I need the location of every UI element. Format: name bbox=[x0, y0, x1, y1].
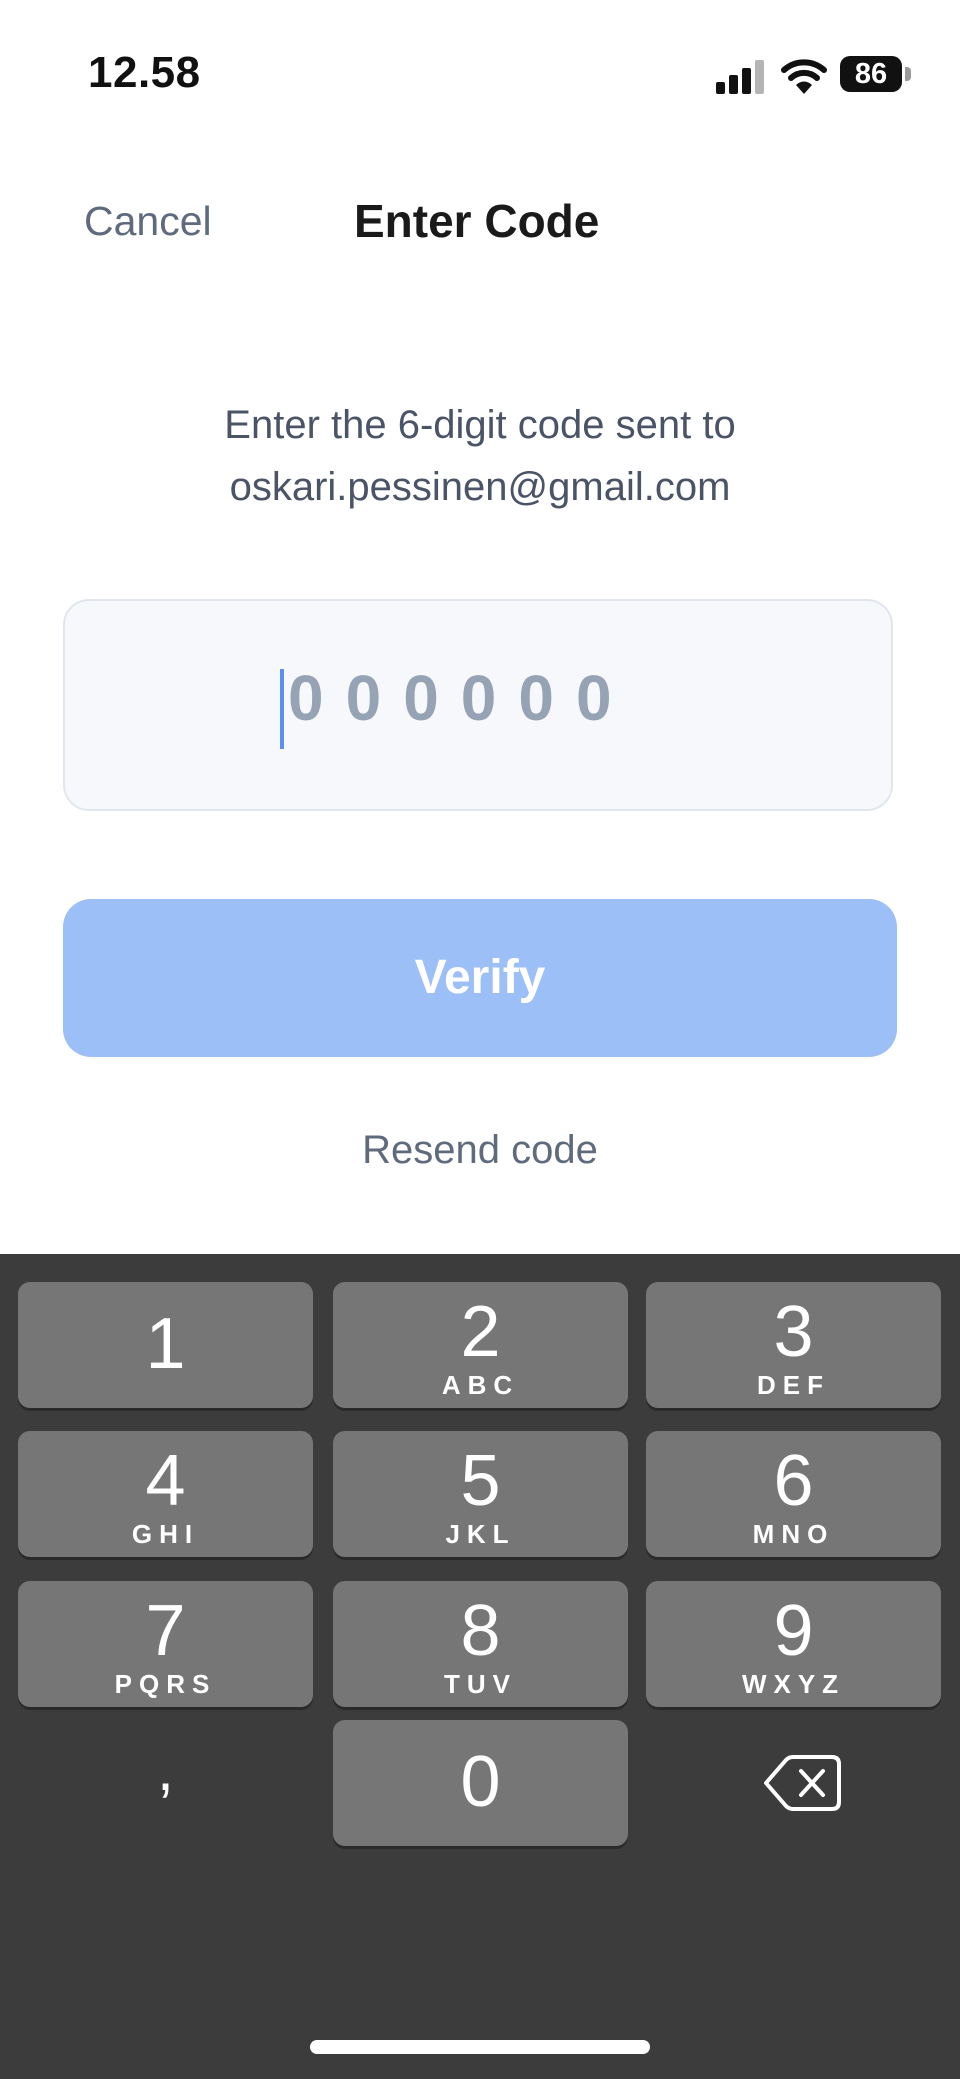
key-digit: 9 bbox=[773, 1591, 814, 1671]
key-letters: DEF bbox=[757, 1370, 830, 1400]
key-letters: GHI bbox=[131, 1519, 200, 1549]
verify-button[interactable]: Verify bbox=[63, 899, 897, 1057]
key-digit: 5 bbox=[460, 1441, 501, 1521]
battery-tip bbox=[905, 67, 911, 81]
key-5[interactable]: 5 JKL bbox=[333, 1431, 628, 1557]
key-letters: TUV bbox=[444, 1669, 517, 1699]
key-digit: 7 bbox=[145, 1591, 186, 1671]
signal-icon bbox=[716, 60, 764, 94]
code-placeholder: 000000 bbox=[288, 662, 634, 734]
key-digit: 4 bbox=[145, 1441, 186, 1521]
key-digit: 2 bbox=[460, 1292, 501, 1372]
page-title: Enter Code bbox=[354, 195, 600, 247]
key-digit: 1 bbox=[145, 1304, 186, 1384]
key-4[interactable]: 4 GHI bbox=[18, 1431, 313, 1557]
key-letters: JKL bbox=[445, 1519, 516, 1549]
wifi-icon bbox=[781, 59, 827, 94]
text-caret bbox=[280, 669, 284, 749]
key-9[interactable]: 9 WXYZ bbox=[646, 1581, 941, 1707]
key-0[interactable]: 0 bbox=[333, 1720, 628, 1846]
key-1[interactable]: 1 bbox=[18, 1282, 313, 1408]
key-digit: 0 bbox=[460, 1742, 501, 1822]
status-time: 12.58 bbox=[88, 48, 201, 97]
key-letters: MNO bbox=[752, 1519, 835, 1549]
delete-key[interactable] bbox=[646, 1720, 941, 1846]
instruction-line-1: Enter the 6-digit code sent to bbox=[224, 403, 736, 447]
key-digit: 6 bbox=[773, 1441, 814, 1521]
backspace-icon bbox=[764, 1755, 841, 1811]
cancel-button[interactable]: Cancel bbox=[84, 198, 212, 245]
key-3[interactable]: 3 DEF bbox=[646, 1282, 941, 1408]
key-8[interactable]: 8 TUV bbox=[333, 1581, 628, 1707]
home-indicator[interactable] bbox=[310, 2040, 650, 2054]
key-letters: PQRS bbox=[114, 1669, 217, 1699]
resend-code-link[interactable]: Resend code bbox=[0, 1128, 960, 1173]
battery-icon: 86 bbox=[840, 56, 902, 92]
key-digit: 3 bbox=[773, 1292, 814, 1372]
key-2[interactable]: 2 ABC bbox=[333, 1282, 628, 1408]
key-7[interactable]: 7 PQRS bbox=[18, 1581, 313, 1707]
key-comma[interactable]: , bbox=[18, 1720, 313, 1846]
instruction-text: Enter the 6-digit code sent to oskari.pe… bbox=[0, 394, 960, 518]
key-letters: ABC bbox=[441, 1370, 520, 1400]
key-6[interactable]: 6 MNO bbox=[646, 1431, 941, 1557]
code-input[interactable]: 000000 bbox=[63, 599, 893, 811]
status-bar: 12.58 86 bbox=[0, 0, 960, 150]
key-digit: 8 bbox=[460, 1591, 501, 1671]
key-letters: WXYZ bbox=[741, 1669, 846, 1699]
instruction-email: oskari.pessinen@gmail.com bbox=[229, 465, 731, 509]
